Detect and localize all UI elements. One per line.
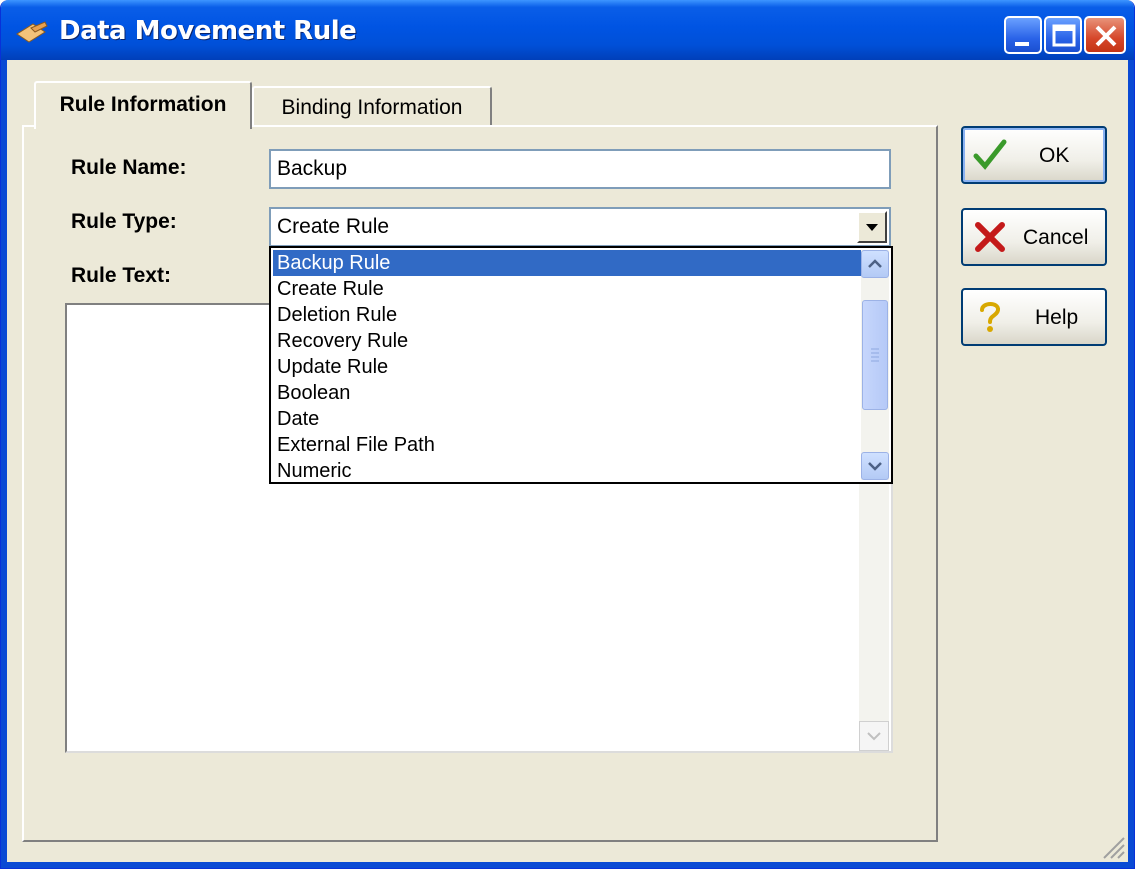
cancel-label: Cancel [1023,226,1089,249]
window-title: Data Movement Rule [59,16,357,46]
scroll-up-button[interactable] [861,250,889,278]
dropdown-option[interactable]: Date [273,406,861,432]
dropdown-button[interactable] [857,211,887,243]
window-frame-right [1128,60,1134,868]
dropdown-option[interactable]: External File Path [273,432,861,458]
rule-type-label: Rule Type: [71,210,177,233]
ok-button[interactable]: OK [961,126,1107,184]
tab-binding-information[interactable]: Binding Information [252,86,492,126]
dialog-window: Data Movement Rule Rule Information Bind… [0,0,1135,869]
maximize-button[interactable] [1044,16,1082,54]
close-button[interactable] [1084,16,1126,54]
help-button[interactable]: Help [961,288,1107,346]
x-icon [975,222,1005,252]
title-bar[interactable]: Data Movement Rule [1,0,1134,60]
app-icon [16,21,48,43]
ok-label: OK [1039,144,1070,167]
scroll-down-button[interactable] [859,721,889,751]
chevron-down-icon [867,732,881,741]
dropdown-option[interactable]: Numeric [273,458,861,484]
dropdown-option[interactable]: Boolean [273,380,861,406]
rule-name-label: Rule Name: [71,156,187,179]
chevron-up-icon [868,259,882,268]
dropdown-option[interactable]: Create Rule [273,276,861,302]
checkmark-icon [973,139,1007,170]
minimize-button[interactable] [1004,16,1042,54]
window-frame-left [1,60,7,868]
rule-type-dropdown-list[interactable]: Backup Rule Create Rule Deletion Rule Re… [269,246,893,484]
dropdown-option[interactable]: Recovery Rule [273,328,861,354]
close-icon [1095,25,1117,47]
scroll-down-button[interactable] [861,452,889,480]
dropdown-option[interactable]: Update Rule [273,354,861,380]
minimize-icon [1015,42,1029,46]
help-label: Help [1035,306,1079,329]
dropdown-scrollbar[interactable] [861,250,889,480]
chevron-down-icon [868,462,882,471]
rule-text-label: Rule Text: [71,264,171,287]
dropdown-option[interactable]: Backup Rule [273,250,861,276]
scroll-thumb[interactable] [862,300,888,410]
grip-icon [871,348,879,362]
resize-grip-icon[interactable] [1100,834,1126,860]
rule-type-value: Create Rule [277,215,390,238]
question-icon [980,302,1000,332]
cancel-button[interactable]: Cancel [961,208,1107,266]
rule-name-field[interactable]: Backup [269,149,891,189]
dropdown-option[interactable]: Deletion Rule [273,302,861,328]
tab-rule-information[interactable]: Rule Information [34,81,252,129]
chevron-down-icon [866,224,878,231]
maximize-icon [1052,24,1076,47]
rule-type-select[interactable]: Create Rule [269,207,891,247]
window-frame-bottom [1,862,1134,868]
